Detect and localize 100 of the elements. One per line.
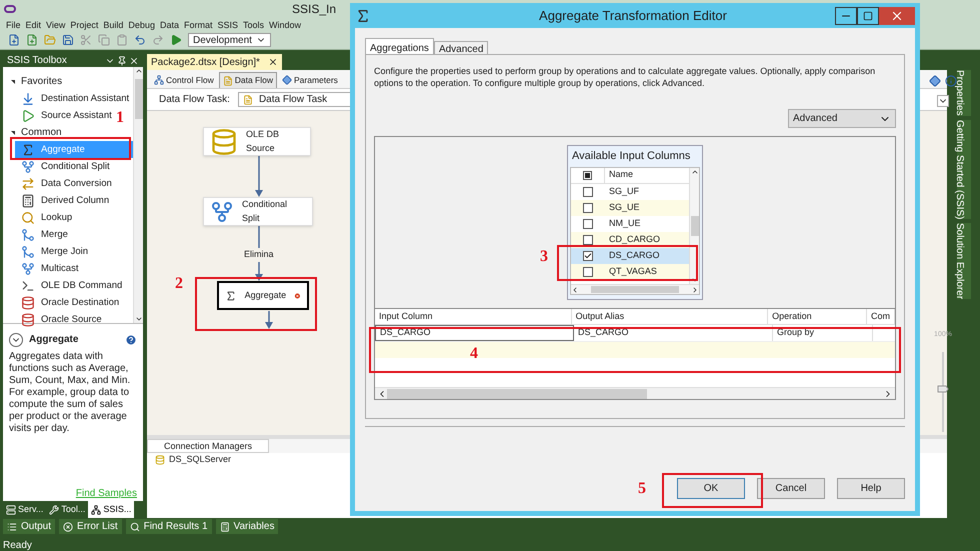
scroll-thumb[interactable] (591, 286, 679, 293)
advanced-button[interactable]: Advanced (788, 109, 896, 128)
panel-tab[interactable]: Serv... (3, 501, 46, 518)
undo-icon[interactable] (134, 34, 146, 46)
tool-window-tab[interactable]: Find Results 1 (126, 519, 212, 534)
toolbox-item[interactable]: Multicast (15, 260, 82, 277)
output-icon (7, 522, 17, 532)
start-icon[interactable] (170, 34, 182, 46)
side-tab[interactable]: Getting Started (SSIS) (957, 120, 971, 220)
toolbox-item[interactable]: Merge Join (15, 243, 92, 260)
close-icon[interactable] (129, 56, 139, 66)
panel-tab[interactable]: SSIS... (88, 501, 134, 518)
horizontal-scrollbar[interactable] (571, 284, 699, 294)
toolbox-item[interactable]: Destination Assistant (15, 90, 134, 107)
close-icon[interactable] (268, 57, 278, 67)
minimize-button[interactable] (835, 6, 857, 24)
menu-item[interactable]: File (6, 18, 21, 30)
checkbox[interactable] (583, 250, 593, 260)
configuration-dropdown[interactable]: Development (188, 33, 271, 47)
grid-cell[interactable]: DS_CARGO (375, 325, 574, 341)
checkbox[interactable] (583, 266, 593, 276)
split-icon (21, 262, 35, 276)
tool-window-tab[interactable]: Variables (216, 519, 278, 534)
dialog-title: Aggregate Transformation Editor (538, 6, 728, 25)
add-item-icon[interactable] (26, 34, 38, 46)
dialog-tab[interactable]: Aggregations (365, 38, 434, 54)
toolbox-item[interactable]: Conditional Split (15, 158, 114, 175)
scroll-left-icon[interactable] (571, 286, 579, 294)
dialog-tab[interactable]: Advanced (434, 41, 488, 54)
scroll-up-icon[interactable] (134, 67, 143, 75)
group-header[interactable]: Favorites (3, 73, 134, 90)
tool-window-tab[interactable]: Error List (59, 519, 122, 534)
toolbox-item[interactable]: Oracle Destination (15, 294, 124, 311)
flow-node[interactable]: OLE DB Source (203, 127, 311, 156)
menu-item[interactable]: Data (160, 18, 179, 30)
status-text: Ready (3, 539, 32, 551)
zoom-slider[interactable] (937, 352, 949, 432)
menu-item[interactable]: Format (184, 18, 212, 30)
save-icon[interactable] (62, 34, 74, 46)
pin-icon[interactable] (117, 56, 127, 66)
toolbox-item[interactable]: Derived Column (15, 192, 114, 209)
close-button[interactable] (879, 6, 915, 24)
side-tab[interactable]: Properties (957, 70, 971, 116)
parameters-icon[interactable] (929, 75, 941, 87)
side-tab[interactable]: Solution Explorer (957, 223, 971, 300)
scroll-thumb[interactable] (387, 388, 647, 398)
header-checkbox[interactable] (583, 170, 592, 180)
checkbox[interactable] (583, 186, 593, 196)
maximize-button[interactable] (857, 6, 879, 24)
menu-item[interactable]: Project (70, 18, 98, 30)
column-row[interactable]: SG_UF (571, 184, 689, 200)
column-row[interactable]: NM_UE (571, 216, 689, 232)
designer-tab[interactable]: Control Flow (151, 72, 217, 88)
new-project-icon[interactable] (8, 34, 20, 46)
menu-item[interactable]: View (46, 18, 66, 30)
designer-tab[interactable]: Data Flow (218, 72, 277, 88)
database-icon (21, 312, 35, 326)
scrollbar[interactable] (689, 168, 699, 284)
document-tab[interactable]: Package2.dtsx [Design]* (147, 54, 282, 70)
dropdown-icon[interactable] (937, 95, 949, 107)
checkbox[interactable] (583, 218, 593, 228)
flow-node[interactable]: Aggregate (217, 281, 309, 310)
checkbox[interactable] (583, 202, 593, 212)
menu-item[interactable]: Tools (243, 18, 264, 30)
menu-item[interactable]: SSIS (217, 18, 238, 30)
scroll-down-icon[interactable] (134, 315, 143, 323)
toolbox-item[interactable]: Oracle Source (15, 311, 106, 328)
column-row[interactable]: DS_CARGO (571, 248, 689, 264)
checkbox[interactable] (583, 234, 593, 244)
toolbox-item[interactable]: Lookup (15, 209, 76, 226)
tool-window-tab[interactable]: Output (3, 519, 56, 534)
menu-item[interactable]: Edit (26, 18, 42, 30)
slider-thumb[interactable] (938, 385, 949, 392)
designer-tab[interactable]: Parameters (278, 72, 341, 88)
connection-managers-tab[interactable]: Connection Managers (147, 439, 270, 453)
scroll-thumb[interactable] (134, 79, 143, 119)
toolbox-item[interactable]: Merge (15, 226, 72, 243)
grid-cell: DS_CARGO (574, 325, 773, 341)
help-icon[interactable] (125, 334, 137, 346)
dialog-button[interactable]: OK (677, 478, 745, 499)
scrollbar[interactable] (133, 67, 143, 323)
toolbox-item[interactable]: Data Conversion (15, 175, 116, 192)
panel-tab[interactable]: Tool... (46, 501, 88, 518)
connection-item[interactable]: DS_SQLServer (147, 453, 947, 467)
column-row[interactable]: QT_VAGAS (571, 264, 689, 280)
horizontal-scrollbar[interactable] (375, 387, 895, 399)
calculator-icon (21, 194, 35, 208)
scroll-thumb[interactable] (690, 216, 698, 236)
collapse-icon[interactable] (9, 332, 23, 346)
terminal-icon (21, 278, 35, 292)
column-row[interactable]: SG_UE (571, 200, 689, 216)
menu-item[interactable]: Build (103, 18, 124, 30)
scroll-right-icon[interactable] (691, 286, 699, 294)
flow-node[interactable]: Conditional Split (203, 197, 313, 226)
dialog-button[interactable]: Cancel (757, 478, 825, 499)
toolbox-item[interactable]: OLE DB Command (15, 277, 126, 294)
menu-item[interactable]: Debug (128, 18, 155, 30)
dialog-button[interactable]: Help (837, 478, 905, 499)
menu-item[interactable]: Window (269, 18, 302, 30)
toolbox-item[interactable]: Source Assistant (15, 107, 116, 124)
